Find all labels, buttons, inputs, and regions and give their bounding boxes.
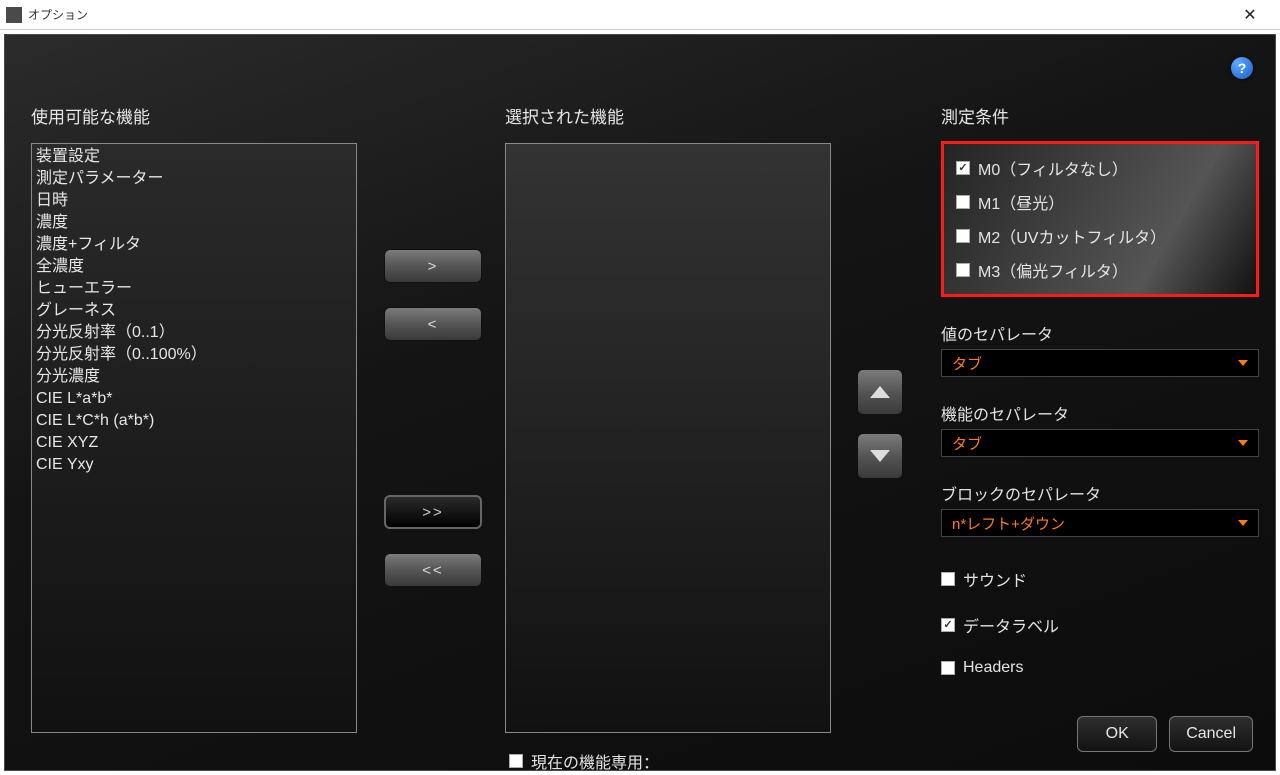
list-item[interactable]: 全濃度 <box>36 256 352 278</box>
list-item[interactable]: 分光反射率（0..1） <box>36 322 352 344</box>
m3-checkbox[interactable] <box>956 263 970 277</box>
list-item[interactable]: CIE L*C*h (a*b*) <box>36 410 352 432</box>
list-item[interactable]: 濃度 <box>36 212 352 234</box>
value-separator-label: 値のセパレータ <box>941 321 1259 345</box>
remove-all-button[interactable]: << <box>384 553 482 587</box>
list-item[interactable]: 分光濃度 <box>36 366 352 388</box>
remove-button-label: < <box>428 316 439 333</box>
function-separator-label: 機能のセパレータ <box>941 401 1259 425</box>
help-icon[interactable]: ? <box>1231 57 1253 79</box>
m2-checkbox[interactable] <box>956 229 970 243</box>
value-separator-combo[interactable]: タブ <box>941 349 1259 377</box>
list-item[interactable]: 日時 <box>36 190 352 212</box>
current-function-only-checkbox[interactable] <box>509 754 523 768</box>
selected-functions-title: 選択された機能 <box>505 103 624 128</box>
remove-button[interactable]: < <box>384 307 482 341</box>
function-separator-combo[interactable]: タブ <box>941 429 1259 457</box>
right-column: M0（フィルタなし） M1（昼光） M2（UVカットフィルタ） M3（偏光フィル… <box>941 141 1259 677</box>
m3-label: M3（偏光フィルタ） <box>978 258 1128 282</box>
window-title: オプション <box>28 6 88 23</box>
list-item[interactable]: CIE L*a*b* <box>36 388 352 410</box>
headers-row[interactable]: Headers <box>941 659 1259 677</box>
list-item[interactable]: 濃度+フィルタ <box>36 234 352 256</box>
add-all-button[interactable]: >> <box>384 495 482 529</box>
list-item[interactable]: 分光反射率（0..100%） <box>36 344 352 366</box>
list-item[interactable]: 測定パラメーター <box>36 168 352 190</box>
measurement-conditions-group: M0（フィルタなし） M1（昼光） M2（UVカットフィルタ） M3（偏光フィル… <box>941 141 1259 297</box>
m3-row[interactable]: M3（偏光フィルタ） <box>956 258 1244 282</box>
chevron-down-icon <box>1238 520 1248 526</box>
chevron-down-icon <box>1238 440 1248 446</box>
app-icon <box>6 7 22 23</box>
cancel-button-label: Cancel <box>1186 725 1236 743</box>
reorder-buttons <box>857 369 903 479</box>
list-item[interactable]: CIE XYZ <box>36 432 352 454</box>
m1-checkbox[interactable] <box>956 195 970 209</box>
dialog-buttons: OK Cancel <box>1077 716 1253 752</box>
window-titlebar: オプション ✕ <box>0 0 1280 30</box>
block-separator-label: ブロックのセパレータ <box>941 481 1259 505</box>
move-up-button[interactable] <box>857 369 903 415</box>
list-item[interactable]: ヒューエラー <box>36 278 352 300</box>
measurement-conditions-title: 測定条件 <box>941 103 1009 128</box>
help-glyph: ? <box>1238 60 1247 76</box>
output-options-group: サウンド データラベル Headers <box>941 567 1259 677</box>
add-button[interactable]: > <box>384 249 482 283</box>
m2-label: M2（UVカットフィルタ） <box>978 224 1166 248</box>
list-item[interactable]: 装置設定 <box>36 146 352 168</box>
data-label-row[interactable]: データラベル <box>941 613 1259 637</box>
ok-button-label: OK <box>1106 725 1129 743</box>
add-button-label: > <box>428 258 439 275</box>
block-separator-selected: n*レフト+ダウン <box>952 513 1065 534</box>
m0-checkbox[interactable] <box>956 161 970 175</box>
chevron-down-icon <box>1238 360 1248 366</box>
current-function-only-row[interactable]: 現在の機能専用： <box>509 749 659 773</box>
current-function-only-label: 現在の機能専用： <box>531 749 659 773</box>
ok-button[interactable]: OK <box>1077 716 1157 752</box>
function-separator-selected: タブ <box>952 433 982 454</box>
list-item[interactable]: グレーネス <box>36 300 352 322</box>
sound-row[interactable]: サウンド <box>941 567 1259 591</box>
m0-label: M0（フィルタなし） <box>978 156 1128 180</box>
main-panel: ? 使用可能な機能 選択された機能 測定条件 装置設定測定パラメーター日時濃度濃… <box>4 34 1276 771</box>
m1-label: M1（昼光） <box>978 190 1064 214</box>
sound-checkbox[interactable] <box>941 572 955 586</box>
arrow-up-icon <box>870 386 890 398</box>
close-icon[interactable]: ✕ <box>1230 0 1270 30</box>
remove-all-button-label: << <box>422 562 444 579</box>
move-down-button[interactable] <box>857 433 903 479</box>
data-label-checkbox[interactable] <box>941 618 955 632</box>
m2-row[interactable]: M2（UVカットフィルタ） <box>956 224 1244 248</box>
selected-functions-listbox[interactable] <box>505 143 831 733</box>
block-separator-combo[interactable]: n*レフト+ダウン <box>941 509 1259 537</box>
headers-label: Headers <box>963 659 1023 677</box>
m0-row[interactable]: M0（フィルタなし） <box>956 156 1244 180</box>
value-separator-selected: タブ <box>952 353 982 374</box>
headers-checkbox[interactable] <box>941 661 955 675</box>
data-label-label: データラベル <box>963 613 1059 637</box>
sound-label: サウンド <box>963 567 1027 591</box>
transfer-buttons: > < >> << <box>383 249 483 587</box>
available-functions-listbox[interactable]: 装置設定測定パラメーター日時濃度濃度+フィルタ全濃度ヒューエラーグレーネス分光反… <box>31 143 357 733</box>
add-all-button-label: >> <box>422 504 444 521</box>
m1-row[interactable]: M1（昼光） <box>956 190 1244 214</box>
list-item[interactable]: CIE Yxy <box>36 454 352 476</box>
available-functions-title: 使用可能な機能 <box>31 103 150 128</box>
arrow-down-icon <box>870 450 890 462</box>
cancel-button[interactable]: Cancel <box>1169 716 1253 752</box>
